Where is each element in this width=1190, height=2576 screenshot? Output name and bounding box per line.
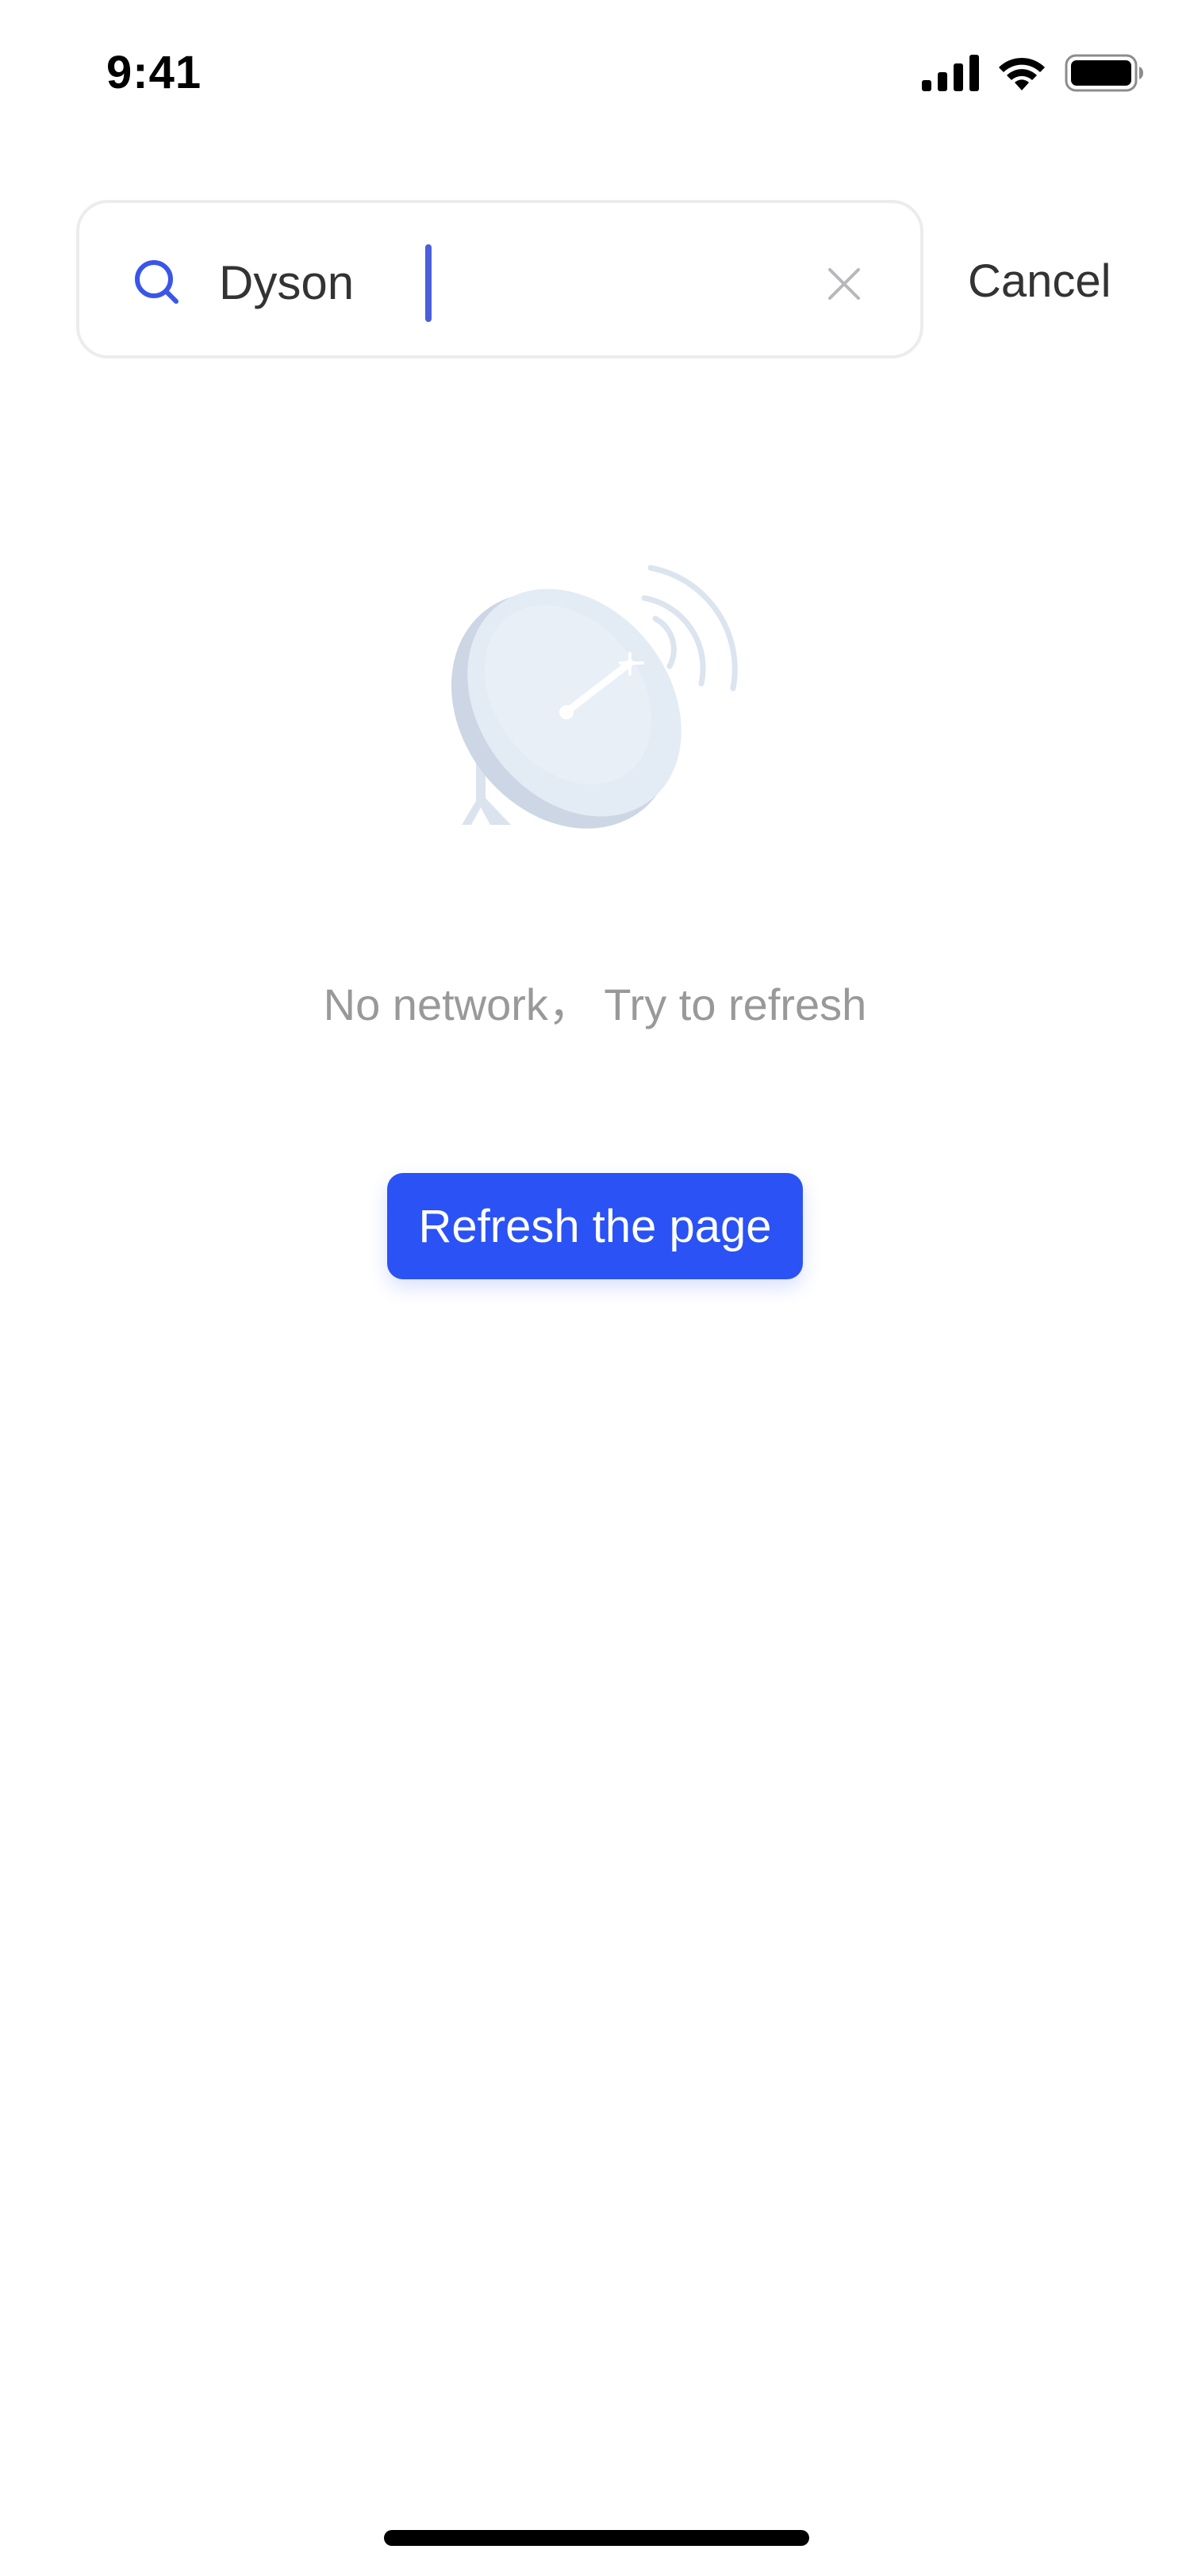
no-network-message: No network， Try to refresh: [323, 979, 867, 1029]
status-icons: [922, 51, 1144, 95]
search-input[interactable]: [219, 243, 806, 322]
cancel-button[interactable]: Cancel: [968, 247, 1111, 314]
no-network-search-screen: 9:41 Dyson Cancel No network， Try to ref…: [0, 0, 1190, 2576]
search-bar: Cancel: [76, 200, 1112, 362]
status-bar: 9:41: [0, 0, 1190, 151]
home-indicator[interactable]: [384, 2530, 809, 2546]
clear-icon[interactable]: [825, 265, 863, 303]
battery-icon: [1065, 54, 1144, 92]
signal-icon: [922, 55, 979, 91]
satellite-dish-illustration: [435, 555, 752, 841]
search-field[interactable]: [76, 200, 923, 358]
wifi-icon: [996, 54, 1047, 92]
status-time: 9:41: [106, 47, 202, 98]
text-cursor: [425, 244, 432, 322]
refresh-button[interactable]: Refresh the page: [387, 1173, 803, 1279]
search-icon: [132, 257, 182, 308]
